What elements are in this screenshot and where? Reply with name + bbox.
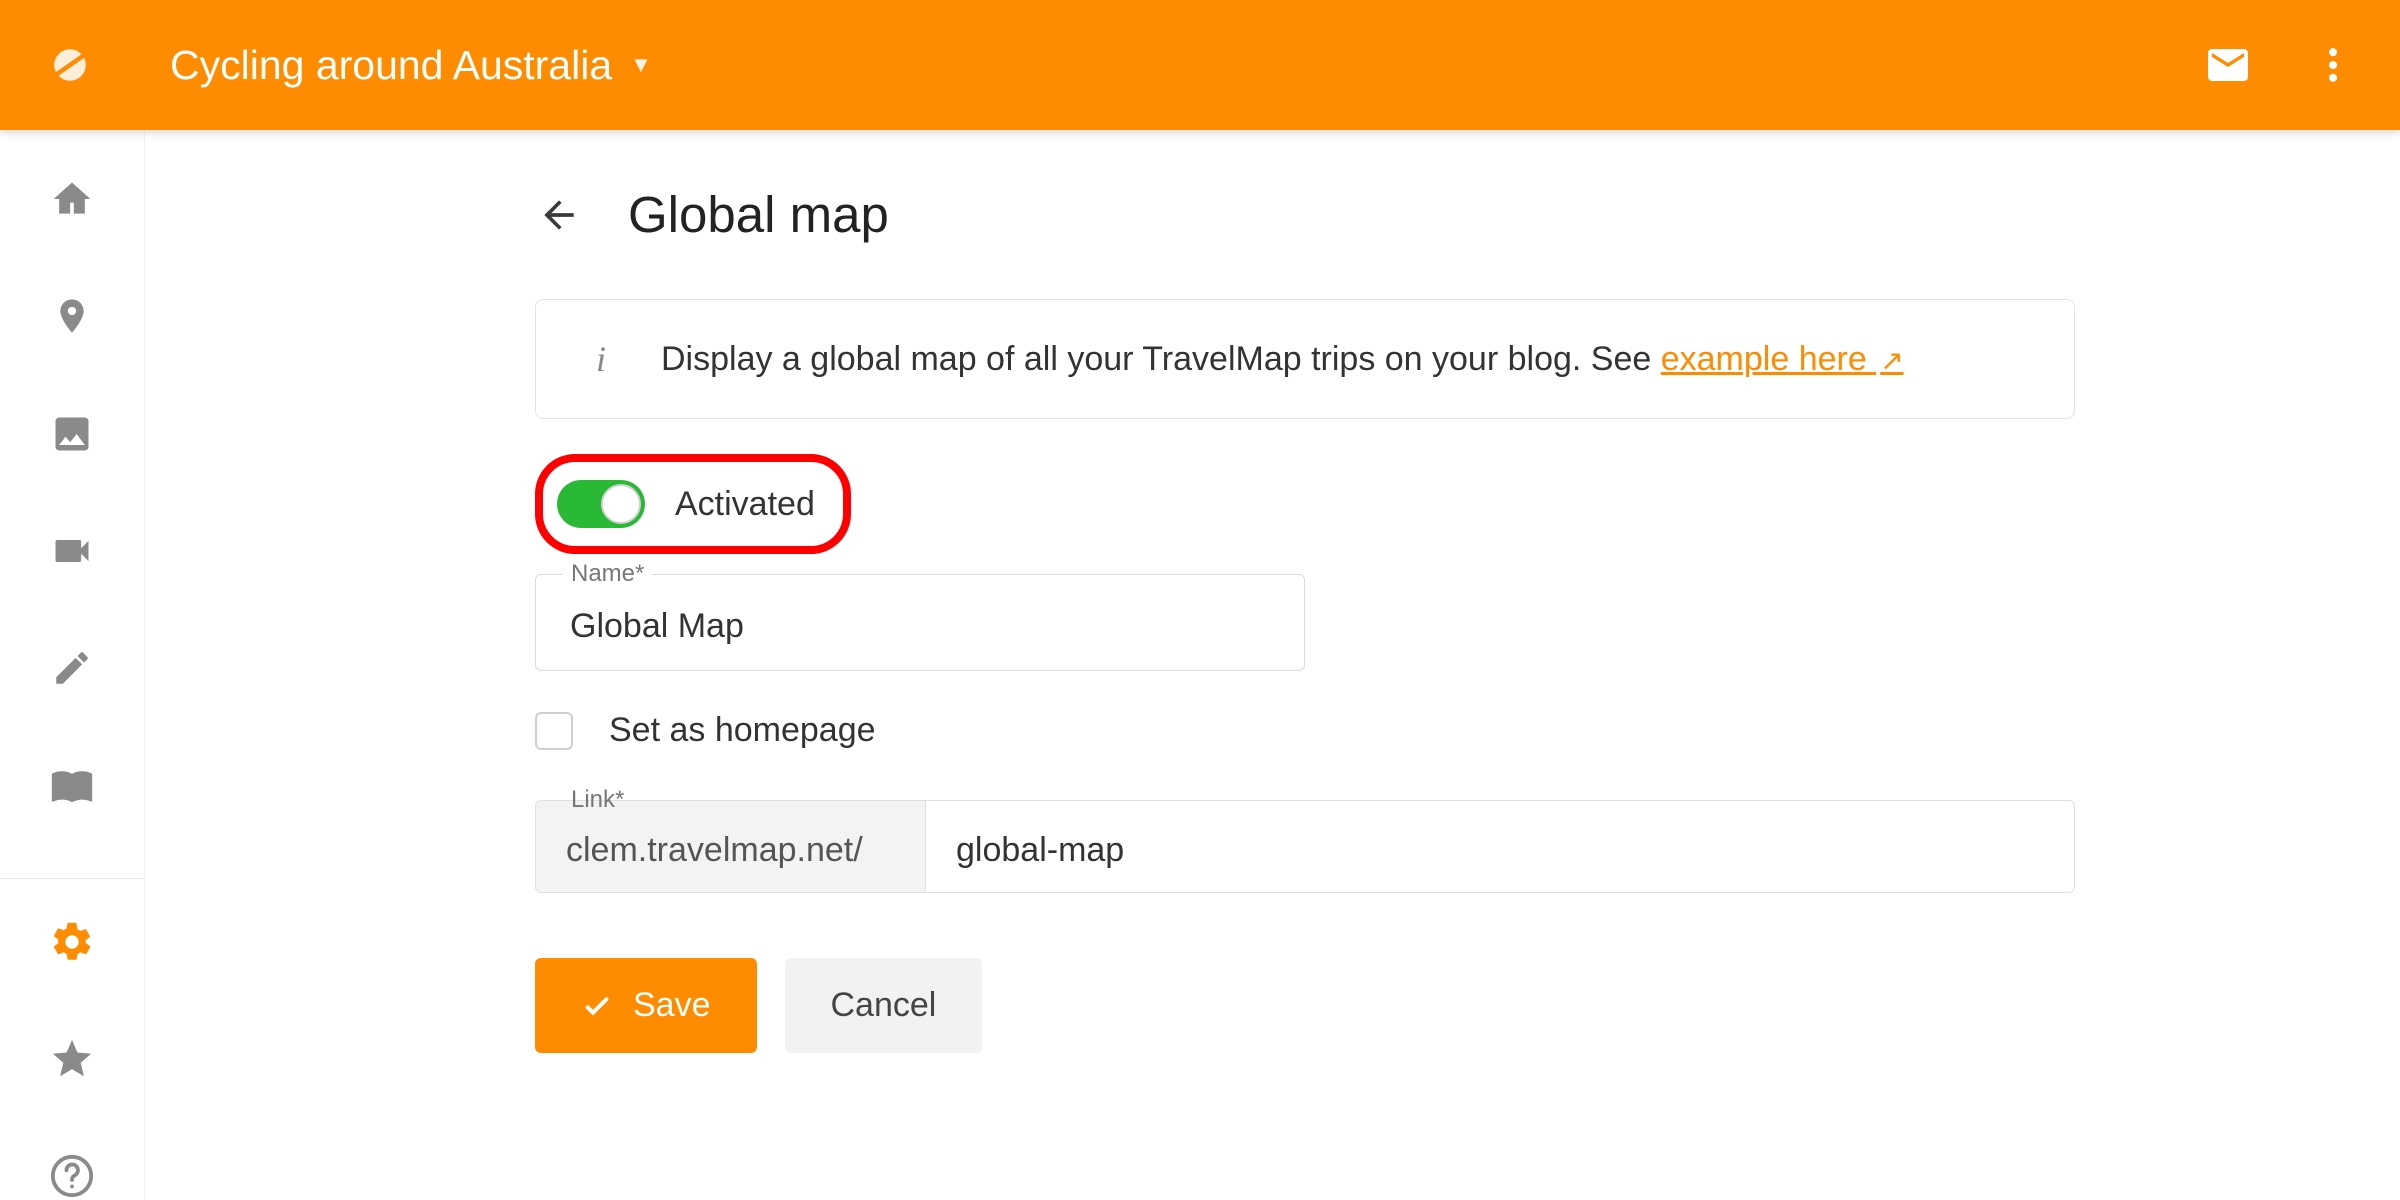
sidebar [0, 130, 145, 1200]
top-bar: Cycling around Australia ▼ [0, 0, 2400, 130]
back-button[interactable] [535, 191, 583, 239]
link-prefix: clem.travelmap.net/ [536, 801, 926, 892]
pin-icon[interactable] [48, 292, 96, 340]
info-text: Display a global map of all your TravelM… [661, 340, 1904, 379]
edit-icon[interactable] [48, 644, 96, 691]
main-content: Global map i Display a global map of all… [145, 130, 2400, 1200]
image-icon[interactable] [48, 410, 96, 457]
homepage-checkbox[interactable] [535, 712, 573, 750]
link-field-wrap: Link* clem.travelmap.net/ [535, 800, 2075, 893]
activated-toggle[interactable] [557, 480, 645, 528]
toggle-knob [601, 484, 641, 524]
page-title: Global map [628, 185, 889, 244]
name-label: Name* [563, 560, 652, 588]
link-label: Link* [563, 786, 632, 814]
example-link[interactable]: example here ↗ [1661, 340, 1904, 378]
help-icon[interactable] [48, 1153, 96, 1200]
star-icon[interactable] [48, 1036, 96, 1083]
save-label: Save [633, 986, 711, 1025]
info-icon: i [586, 338, 616, 380]
more-vert-icon[interactable] [2305, 38, 2360, 93]
caret-down-icon: ▼ [630, 52, 652, 78]
book-icon[interactable] [48, 761, 96, 808]
video-icon[interactable] [48, 527, 96, 574]
project-dropdown[interactable]: Cycling around Australia ▼ [170, 42, 652, 89]
mail-icon[interactable] [2200, 38, 2255, 93]
home-icon[interactable] [48, 175, 96, 222]
settings-icon[interactable] [48, 919, 96, 966]
app-logo-icon[interactable] [40, 35, 100, 95]
activated-label: Activated [675, 485, 815, 524]
activated-highlight: Activated [535, 454, 851, 554]
example-link-text: example here [1661, 340, 1876, 378]
link-input[interactable] [926, 801, 2074, 892]
cancel-button[interactable]: Cancel [785, 958, 983, 1053]
save-button[interactable]: Save [535, 958, 757, 1053]
name-field-wrap: Name* [535, 574, 1305, 671]
sidebar-divider [0, 878, 144, 879]
info-text-before: Display a global map of all your TravelM… [661, 340, 1661, 378]
homepage-label: Set as homepage [609, 711, 876, 750]
cancel-label: Cancel [831, 986, 937, 1025]
info-banner: i Display a global map of all your Trave… [535, 299, 2075, 419]
name-input[interactable] [535, 574, 1305, 671]
project-name: Cycling around Australia [170, 42, 612, 89]
external-link-icon: ↗ [1880, 345, 1903, 376]
